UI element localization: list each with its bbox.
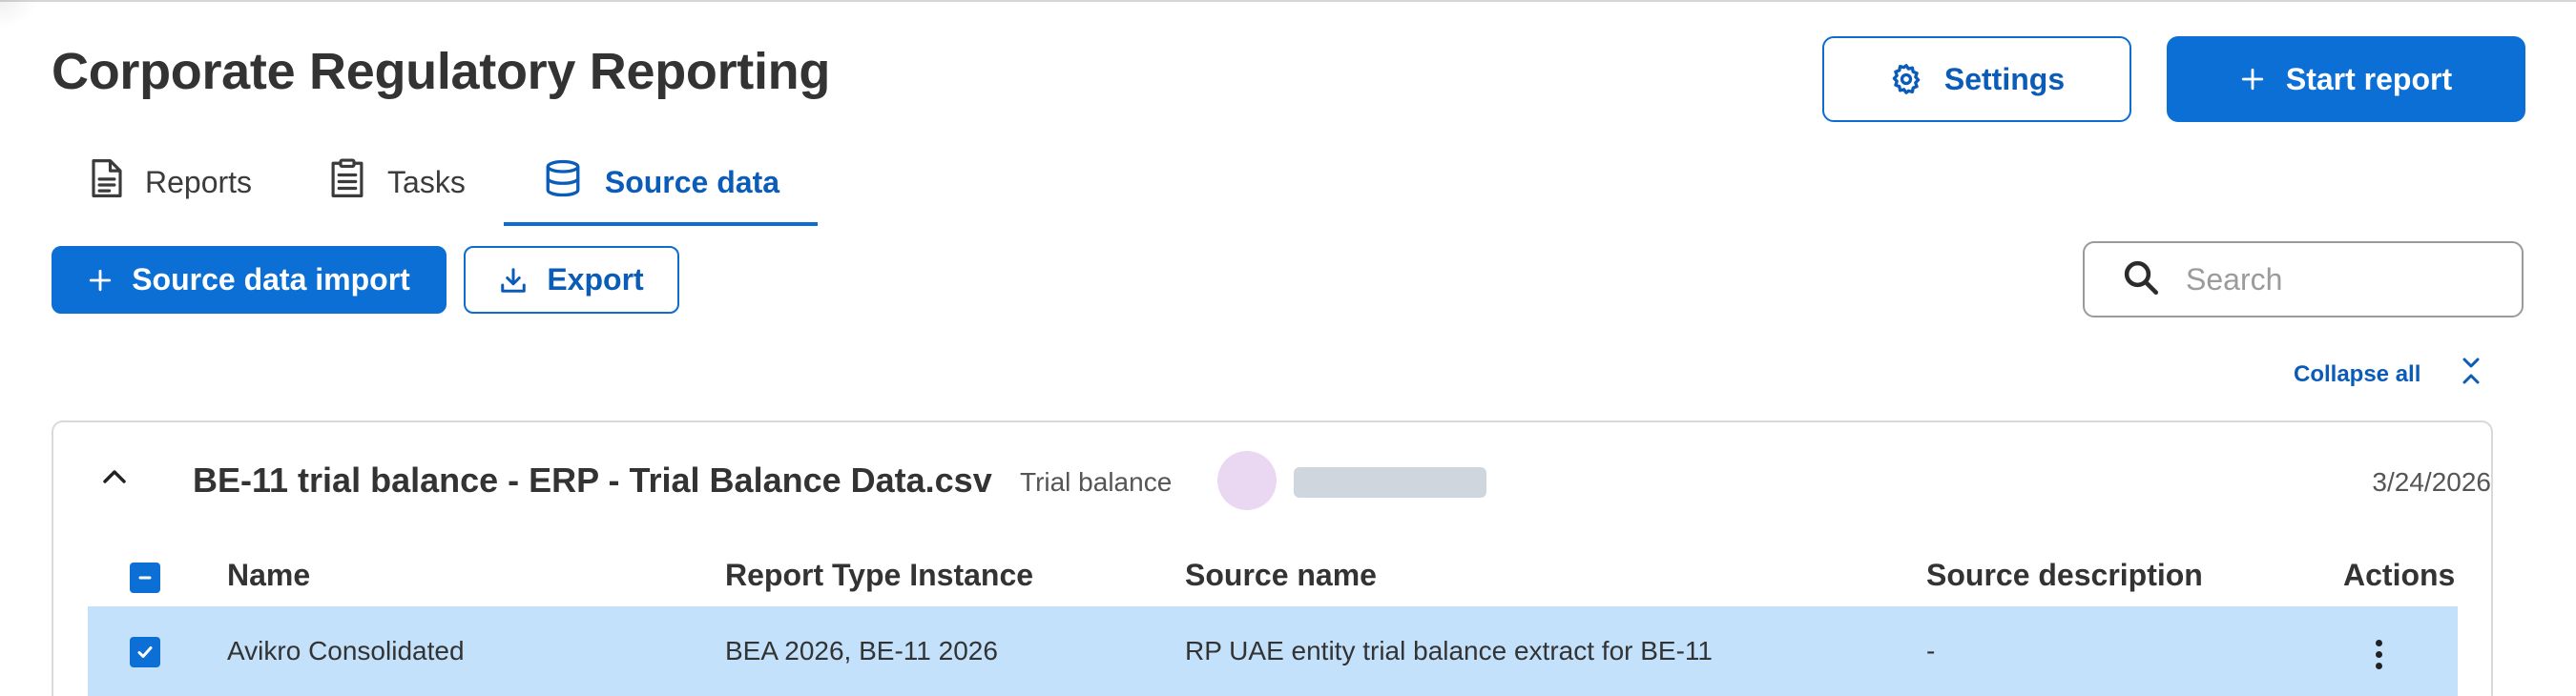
- cell-source-description: -: [1926, 636, 1936, 665]
- plus-icon: [88, 268, 113, 293]
- column-header-actions: Actions: [2343, 558, 2456, 592]
- download-icon: [499, 266, 528, 295]
- source-data-import-button[interactable]: Source data import: [52, 246, 447, 314]
- group-title: BE-11 trial balance - ERP - Trial Balanc…: [193, 461, 992, 500]
- table-header: Name Report Type Instance Source name So…: [88, 537, 2458, 617]
- avatar: [1217, 451, 1277, 510]
- source-data-group-card: BE-11 trial balance - ERP - Trial Balanc…: [52, 420, 2493, 696]
- tab-label: Tasks: [387, 164, 466, 199]
- tab-bar: Reports Tasks Source data: [52, 138, 819, 226]
- cell-report-type-instance: BEA 2026, BE-11 2026: [725, 636, 998, 665]
- export-label: Export: [547, 262, 644, 297]
- tab-source-data[interactable]: Source data: [503, 138, 819, 226]
- database-icon: [542, 158, 584, 206]
- column-header-source-description: Source description: [1926, 558, 2203, 592]
- row-checkbox[interactable]: [130, 637, 160, 667]
- tab-label: Source data: [604, 164, 780, 199]
- column-header-report-type-instance: Report Type Instance: [725, 558, 1034, 592]
- group-type: Trial balance: [1020, 467, 1173, 497]
- column-header-name: Name: [227, 558, 311, 592]
- chevron-up-icon[interactable]: [99, 464, 130, 492]
- search-box: [2083, 241, 2524, 317]
- indeterminate-icon: [138, 576, 152, 580]
- select-all-checkbox[interactable]: [130, 563, 160, 593]
- settings-button[interactable]: Settings: [1822, 36, 2131, 122]
- import-label: Source data import: [132, 262, 410, 297]
- search-icon: [2121, 257, 2161, 302]
- group-date: 3/24/2026: [2372, 467, 2491, 497]
- clipboard-icon: [328, 158, 366, 206]
- document-icon: [90, 158, 124, 206]
- cell-name: Avikro Consolidated: [227, 636, 465, 665]
- settings-label: Settings: [1943, 61, 2066, 96]
- export-button[interactable]: Export: [464, 246, 679, 314]
- search-input[interactable]: [2186, 261, 2501, 297]
- start-report-label: Start report: [2285, 61, 2453, 96]
- user-name-placeholder: [1294, 467, 1486, 498]
- cell-source-name: RP UAE entity trial balance extract for …: [1185, 636, 1713, 665]
- collapse-all-label: Collapse all: [2294, 360, 2421, 387]
- start-report-button[interactable]: Start report: [2167, 36, 2525, 122]
- gear-icon: [1889, 62, 1923, 96]
- checkmark-icon: [137, 646, 153, 658]
- table-row[interactable]: Avikro Consolidated BEA 2026, BE-11 2026…: [88, 606, 2458, 696]
- top-divider: [0, 0, 2576, 2]
- plus-icon: [2240, 67, 2265, 92]
- column-header-source-name: Source name: [1185, 558, 1377, 592]
- tab-label: Reports: [145, 164, 253, 199]
- more-actions-icon[interactable]: [2376, 640, 2382, 669]
- group-header: BE-11 trial balance - ERP - Trial Balanc…: [53, 422, 2491, 537]
- collapse-all-button[interactable]: Collapse all: [2294, 357, 2482, 392]
- corner-shadow: [0, 0, 38, 29]
- page-title: Corporate Regulatory Reporting: [52, 43, 831, 100]
- collapse-icon: [2461, 357, 2482, 392]
- tab-tasks[interactable]: Tasks: [290, 138, 504, 226]
- tab-reports[interactable]: Reports: [52, 138, 290, 226]
